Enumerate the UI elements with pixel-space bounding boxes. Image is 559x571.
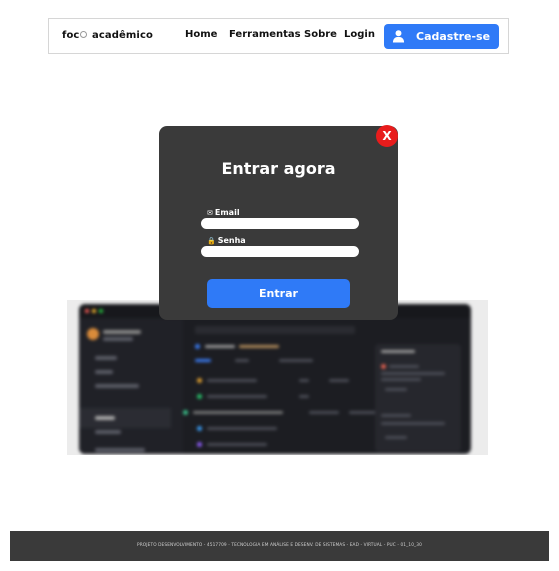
nav-link-sobre[interactable]: Sobre [304, 29, 337, 40]
submit-button[interactable]: Entrar [207, 279, 350, 308]
password-label-text: Senha [217, 236, 246, 245]
app-preview-image [67, 300, 488, 455]
close-modal-button[interactable]: X [376, 125, 398, 147]
footer: PROJETO DESENVOLVIMENTO - 4517709 - TECN… [10, 531, 549, 561]
footer-text: PROJETO DESENVOLVIMENTO - 4517709 - TECN… [137, 543, 422, 548]
password-field[interactable] [201, 246, 359, 257]
logo-circle-icon [80, 31, 88, 38]
signup-label: Cadastre-se [416, 30, 491, 43]
email-label: ✉ Email [207, 208, 240, 217]
modal-title: Entrar agora [221, 159, 336, 178]
email-label-text: Email [214, 208, 240, 217]
login-modal: Entrar agora ✉ Email 🔒 Senha Entrar [159, 126, 398, 320]
nav-link-home[interactable]: Home [185, 29, 217, 40]
nav-link-ferramentas[interactable]: Ferramentas [229, 29, 301, 40]
password-label: 🔒 Senha [207, 236, 246, 245]
site-logo[interactable]: foc acadêmico [62, 30, 153, 41]
lock-icon: 🔒 [207, 237, 216, 245]
nav-link-login[interactable]: Login [344, 29, 375, 40]
user-icon [392, 30, 405, 43]
envelope-icon: ✉ [207, 209, 213, 217]
logo-prefix: foc [62, 30, 80, 41]
signup-button[interactable]: Cadastre-se [384, 24, 499, 49]
logo-suffix: acadêmico [92, 30, 153, 41]
email-field[interactable] [201, 218, 359, 229]
top-navbar: foc acadêmico Home Ferramentas Sobre Log… [48, 18, 509, 54]
